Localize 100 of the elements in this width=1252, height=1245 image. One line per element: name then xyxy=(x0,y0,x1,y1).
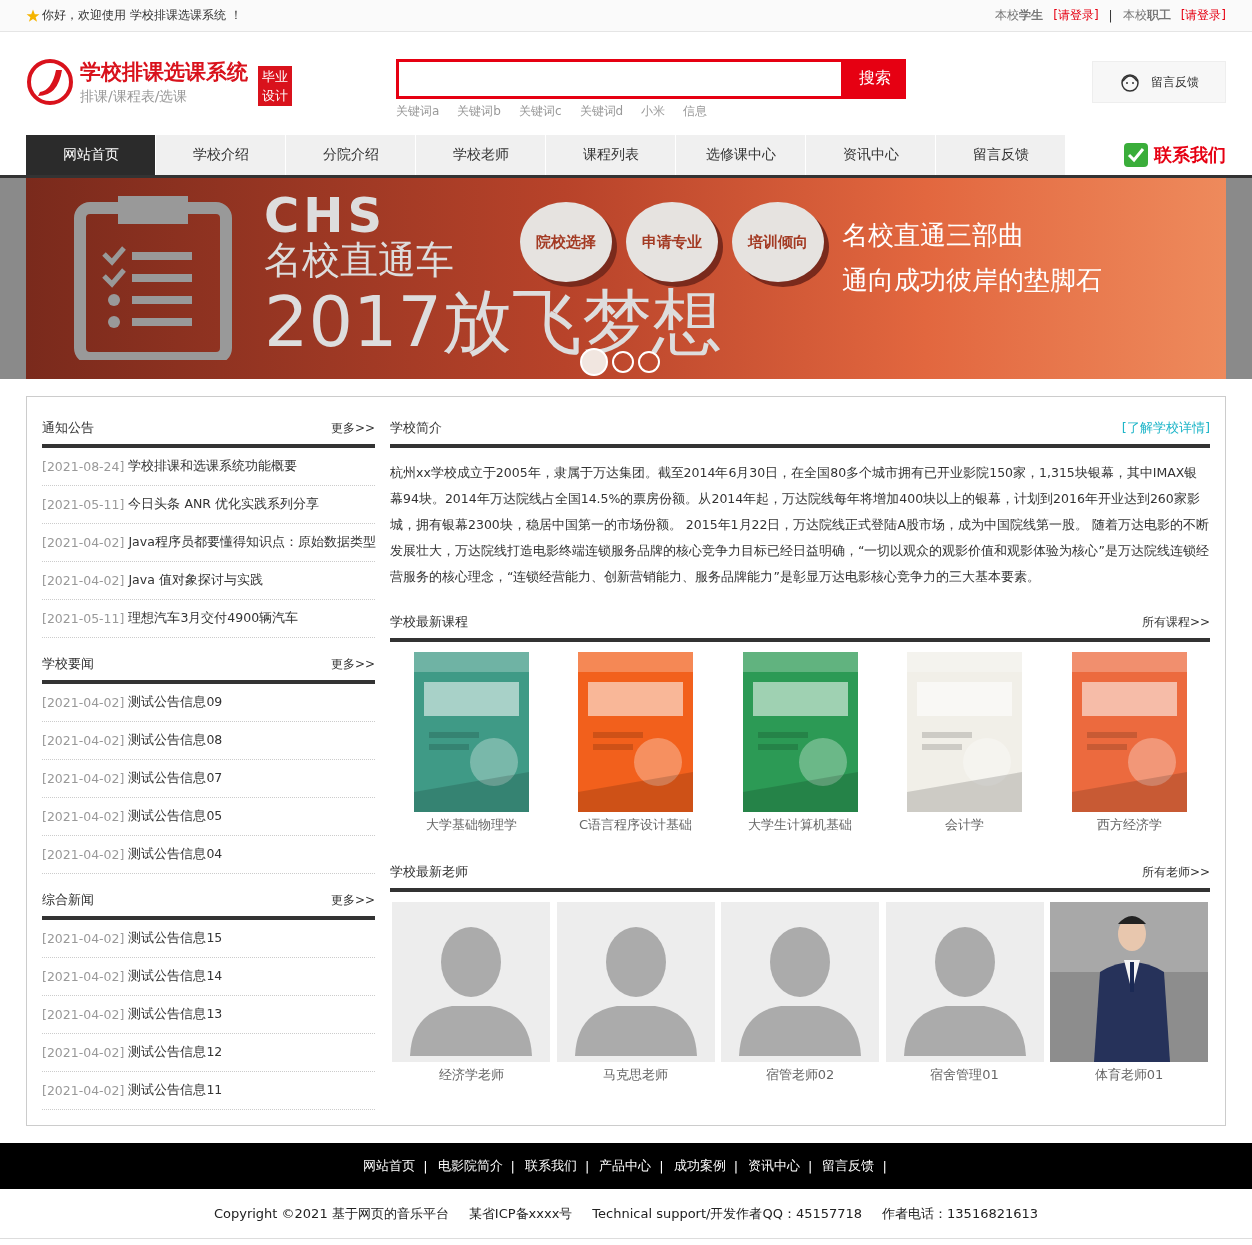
news-date: [2021-04-02] xyxy=(42,1045,125,1060)
more-link[interactable]: 所有老师>> xyxy=(1141,863,1210,881)
news-date: [2021-05-11] xyxy=(42,611,125,626)
news-date: [2021-04-02] xyxy=(42,809,125,824)
intro-paragraph: 杭州xx学校成立于2005年，隶属于万达集团。截至2014年6月30日，在全国80多个城市拥有已开业影院150家，1,315块银幕，其中IMAX银幕94块。2014年万达院线占全国14.5%的票房份额。从2014年起，万达院线每年将增加400块以上的银幕，计划到2016年开业达到260家影城，拥有银幕2300块，稳居中国第一的市场份额。 2015年1月22日，万达院线正式登陆A股市场，成为中国院线第一股。 随着万达电影的不断发展壮大，万达院线打造电影终端连锁服务品牌的核心竞争力目标已经日益明确，“一切以观众的观影价值和观影体验为核心”是万达院线连锁经营服务的核心理念，“连锁经营能力、创新营销能力、服务品牌能力”是彰显万达电影核心竞争力的三大基本要素。 xyxy=(390,464,1210,586)
news-link[interactable]: 测试公告信息13 xyxy=(128,1006,223,1023)
nav-tab[interactable]: 资讯中心 xyxy=(806,135,936,175)
nav-tab[interactable]: 课程列表 xyxy=(546,135,676,175)
course-title[interactable]: 会计学 xyxy=(945,816,984,834)
avatar-icon xyxy=(885,902,1044,1062)
footer-link[interactable]: 联系我们 xyxy=(524,1157,577,1175)
avatar-icon xyxy=(721,902,879,1062)
news-link[interactable]: 测试公告信息14 xyxy=(128,968,223,985)
news-link[interactable]: 测试公告信息08 xyxy=(128,732,223,749)
avatar-icon xyxy=(392,902,550,1062)
news-date: [2021-04-02] xyxy=(42,931,125,946)
news-link[interactable]: 理想汽车3月交付4900辆汽车 xyxy=(128,610,299,627)
news-link[interactable]: Java程序员都要懂得知识点：原始数据类型 xyxy=(128,534,376,551)
teacher-name[interactable]: 马克思老师 xyxy=(603,1066,668,1084)
footer-link[interactable]: 电影院简介 xyxy=(437,1157,503,1175)
section-title: 学校简介 xyxy=(390,419,442,437)
course-title[interactable]: 大学生计算机基础 xyxy=(748,816,852,834)
news-link[interactable]: 测试公告信息12 xyxy=(128,1044,223,1061)
footer-link[interactable]: 网站首页 xyxy=(363,1157,416,1175)
news-link[interactable]: 测试公告信息05 xyxy=(128,808,223,825)
check-icon xyxy=(1124,143,1148,167)
footer-link[interactable]: 产品中心 xyxy=(599,1157,652,1175)
banner-slogan: 名校直通三部曲 xyxy=(842,219,1025,252)
news-link[interactable]: Java 值对象探讨与实践 xyxy=(128,572,263,589)
site-title: 学校排课选课系统 xyxy=(80,59,248,86)
news-date: [2021-04-02] xyxy=(42,573,125,588)
copyright-text: Copyright ©2021 基于网页的音乐平台 xyxy=(213,1204,449,1223)
news-link[interactable]: 测试公告信息04 xyxy=(128,846,223,863)
footer-link[interactable]: 成功案例 xyxy=(673,1157,726,1175)
news-date: [2021-04-02] xyxy=(42,1083,125,1098)
search-button[interactable]: 搜索 xyxy=(844,58,906,99)
course-title[interactable]: 大学基础物理学 xyxy=(425,816,517,834)
more-link[interactable]: 更多>> xyxy=(330,655,375,673)
teacher-name[interactable]: 体育老师01 xyxy=(1094,1066,1164,1084)
copyright-text: 作者电话：13516821613 xyxy=(882,1204,1039,1223)
news-date: [2021-04-02] xyxy=(42,969,125,984)
separator: | xyxy=(510,1158,515,1174)
news-link[interactable]: 测试公告信息09 xyxy=(128,694,223,711)
more-link[interactable]: 更多>> xyxy=(330,419,375,437)
login-link[interactable]: [请登录] xyxy=(1053,7,1099,24)
logo-icon xyxy=(26,58,74,106)
news-date: [2021-04-02] xyxy=(42,771,125,786)
more-link[interactable]: 所有课程>> xyxy=(1141,613,1210,631)
separator: | xyxy=(808,1158,813,1174)
teacher-name[interactable]: 经济学老师 xyxy=(438,1066,504,1084)
banner-brand: CHS xyxy=(264,192,386,238)
news-link[interactable]: 学校排课和选课系统功能概要 xyxy=(128,458,298,475)
nav-tab[interactable]: 分院介绍 xyxy=(286,135,416,175)
separator: | xyxy=(584,1158,590,1174)
nav-tab[interactable]: 学校介绍 xyxy=(156,135,286,175)
avatar-icon xyxy=(556,902,715,1062)
separator: | xyxy=(659,1158,664,1174)
news-link[interactable]: 今日头条 ANR 优化实践系列分享 xyxy=(128,496,319,513)
separator: | xyxy=(733,1158,739,1174)
login-label: 本校学生 xyxy=(995,7,1044,24)
section-title: 通知公告 xyxy=(42,419,94,437)
section-title: 综合新闻 xyxy=(42,891,94,909)
star-icon xyxy=(26,8,40,23)
section-title: 学校最新老师 xyxy=(390,863,468,881)
teacher-name[interactable]: 宿管老师02 xyxy=(765,1066,835,1084)
separator: | xyxy=(1108,8,1113,23)
news-date: [2021-05-11] xyxy=(42,497,125,512)
news-date: [2021-04-02] xyxy=(42,733,125,748)
course-title[interactable]: C语言程序设计基础 xyxy=(578,816,693,834)
contact-link[interactable]: 联系我们 xyxy=(1124,143,1226,167)
section-title: 学校要闻 xyxy=(42,655,94,673)
news-date: [2021-04-02] xyxy=(42,847,125,862)
badge: 毕业 设计 xyxy=(258,66,292,106)
banner-title: 名校直通车 xyxy=(264,238,454,282)
footer-link[interactable]: 资讯中心 xyxy=(748,1157,801,1175)
feedback-button[interactable]: 留言反馈 xyxy=(1092,61,1226,103)
welcome-text: 你好，欢迎使用 学校排课选课系统 ！ xyxy=(42,7,242,24)
search-field[interactable] xyxy=(396,58,844,99)
news-link[interactable]: 测试公告信息11 xyxy=(128,1082,223,1099)
section-title: 学校最新课程 xyxy=(390,613,468,631)
carousel-dot[interactable] xyxy=(612,351,634,373)
news-date: [2021-04-02] xyxy=(42,695,125,710)
nav-tab[interactable]: 留言反馈 xyxy=(936,135,1066,175)
copyright-text: 某省ICP备xxxx号 xyxy=(468,1204,573,1223)
login-link[interactable]: [请登录] xyxy=(1180,7,1226,24)
news-link[interactable]: 测试公告信息15 xyxy=(128,930,223,947)
nav-tab[interactable]: 选修课中心 xyxy=(676,135,806,175)
more-link[interactable]: 更多>> xyxy=(330,891,375,909)
news-link[interactable]: 测试公告信息07 xyxy=(128,770,223,787)
footer-link[interactable]: 留言反馈 xyxy=(822,1157,875,1175)
teacher-name[interactable]: 宿舍管理01 xyxy=(930,1066,999,1084)
news-date: [2021-04-02] xyxy=(42,535,125,550)
course-title[interactable]: 西方经济学 xyxy=(1096,816,1162,834)
separator: | xyxy=(882,1158,887,1174)
nav-tab[interactable]: 学校老师 xyxy=(416,135,546,175)
copyright-text: Technical support/开发作者QQ：45157718 xyxy=(592,1204,863,1223)
banner-slogan: 通向成功彼岸的垫脚石 xyxy=(842,264,1102,297)
nav-tab[interactable]: 网站首页 xyxy=(26,135,156,175)
news-date: [2021-04-02] xyxy=(42,1007,125,1022)
news-date: [2021-08-24] xyxy=(42,459,125,474)
